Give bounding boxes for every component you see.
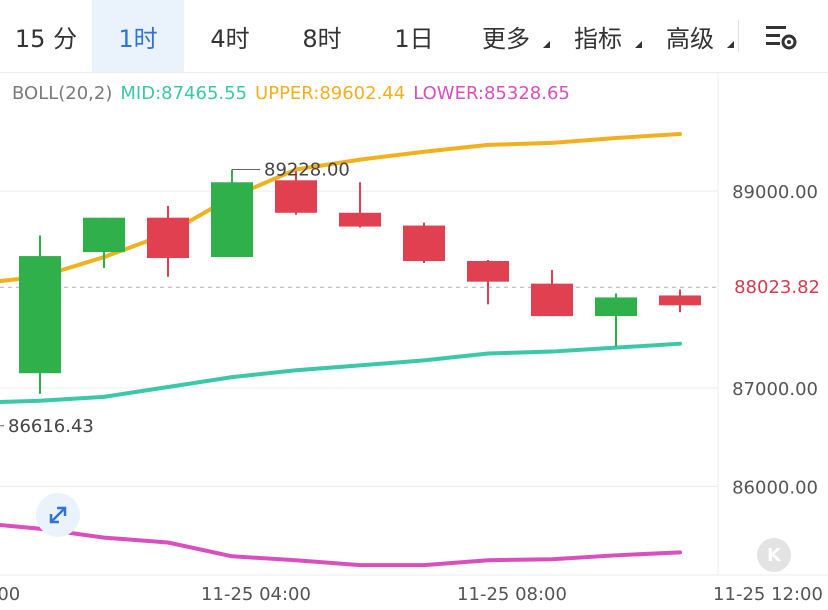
collapse-left-icon[interactable]: K [757, 538, 791, 572]
high-price-label: 89228.00 [264, 159, 350, 180]
y-tick-label: 89000.00 [732, 182, 818, 203]
boll-upper-line [0, 132, 682, 284]
candle-body [275, 180, 317, 213]
low-price-label: 86616.43 [8, 416, 94, 437]
x-tick-label: 0:00 [0, 584, 20, 605]
candle-body [403, 225, 445, 262]
candle-body [659, 295, 701, 306]
boll-lower-line [0, 523, 682, 568]
candle-body [211, 182, 253, 258]
y-tick-label: 86000.00 [732, 477, 818, 498]
x-tick-label: 11-25 04:00 [201, 584, 311, 605]
current-price-label: 88023.82 [720, 271, 828, 304]
candle-body [19, 256, 61, 374]
price-chart[interactable]: 89228.00 86616.43 89000.00 87000.00 86000.00… [0, 0, 828, 610]
candle-body [339, 212, 381, 227]
expand-arrows-icon[interactable] [36, 493, 80, 537]
x-tick-label: 11-25 08:00 [457, 584, 567, 605]
boll-mid-line [0, 341, 682, 405]
candle-body [595, 297, 637, 317]
x-tick-label: 11-25 12:00 [713, 584, 823, 605]
candle-body [83, 217, 125, 253]
candle-body [467, 261, 509, 282]
y-tick-label: 87000.00 [732, 379, 818, 400]
candle-body [147, 217, 189, 259]
candle-body [531, 283, 573, 317]
